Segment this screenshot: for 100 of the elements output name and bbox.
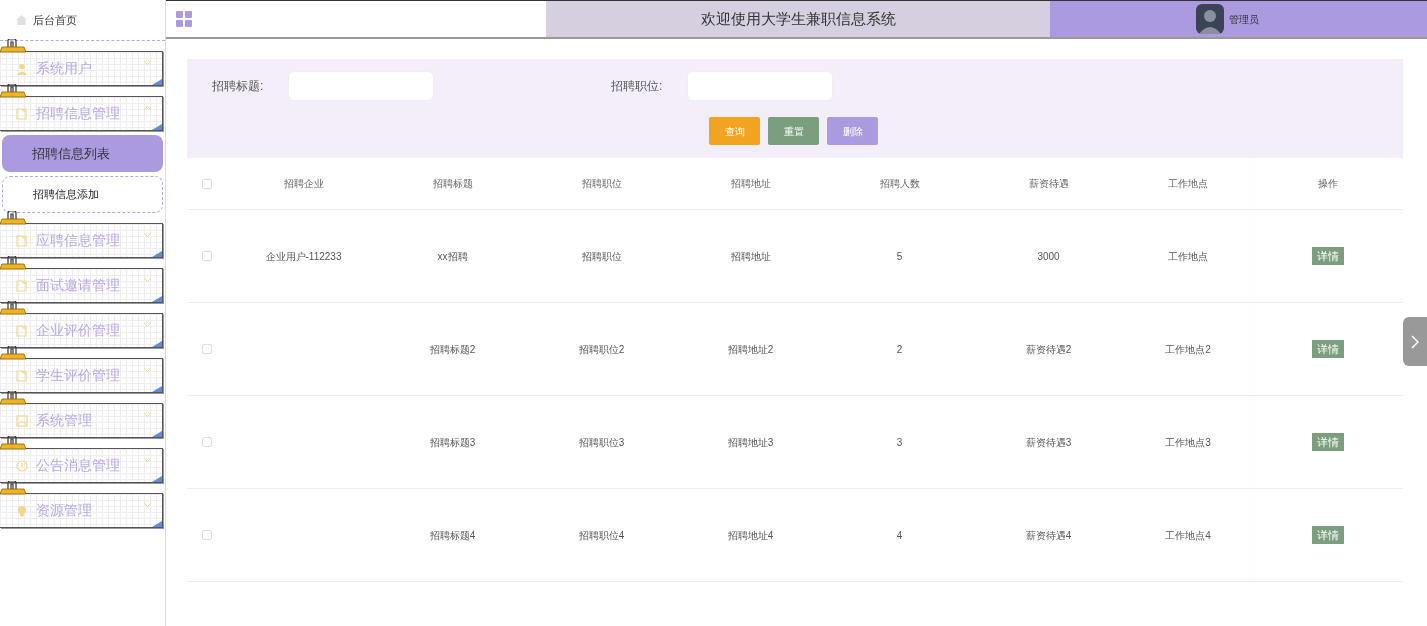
folded-corner-icon xyxy=(152,79,162,85)
table-cell-text: xx招聘 xyxy=(437,249,468,264)
chevron-down-icon xyxy=(143,277,152,283)
binder-clip-icon xyxy=(0,301,26,315)
chevron-down-icon xyxy=(143,367,152,373)
row-checkbox[interactable] xyxy=(202,437,212,447)
delete-button[interactable]: 删除 xyxy=(827,117,878,145)
chevron-down-icon xyxy=(143,457,152,463)
system-title: 欢迎使用大学生兼职信息系统 xyxy=(700,8,896,29)
table-cell-text: 招聘标题2 xyxy=(429,342,476,357)
chevron-down-icon xyxy=(143,412,152,418)
column-header: 招聘职位 xyxy=(581,177,622,191)
table-cell-text: 招聘标题3 xyxy=(429,435,476,450)
table-cell-text: 4 xyxy=(896,528,903,543)
chevron-down-icon xyxy=(143,60,152,66)
menu-item[interactable]: 应聘信息管理 xyxy=(0,223,163,258)
table-cell-text: 招聘地址 xyxy=(730,249,771,264)
document-icon xyxy=(16,279,28,292)
submenu-item[interactable]: 招聘信息列表 xyxy=(2,135,163,172)
chevron-down-icon xyxy=(143,322,152,328)
table-cell-text: 招聘职位2 xyxy=(578,342,625,357)
folded-corner-icon xyxy=(152,124,162,130)
folded-corner-icon xyxy=(152,296,162,302)
menu-item[interactable]: 学生评价管理 xyxy=(0,358,163,393)
table-cell-text: 2 xyxy=(896,342,903,357)
table-cell-text: 3000 xyxy=(1037,249,1060,264)
details-button[interactable]: 详情 xyxy=(1312,247,1344,265)
folded-corner-icon xyxy=(152,341,162,347)
home-menu-item[interactable]: 后台首页 xyxy=(0,0,165,41)
grid-menu-icon[interactable] xyxy=(176,11,192,27)
table-cell-text: 企业用户-112233 xyxy=(265,249,342,264)
table-cell-text: 工作地点 xyxy=(1168,249,1208,264)
menu-label: 招聘信息管理 xyxy=(36,104,120,123)
table-cell-text: 薪资待遇2 xyxy=(1025,342,1072,357)
bulb-icon xyxy=(16,504,28,517)
menu-label: 企业评价管理 xyxy=(36,321,120,340)
details-button[interactable]: 详情 xyxy=(1312,340,1344,358)
menu-item[interactable]: 招聘信息管理 xyxy=(0,96,163,131)
select-all-checkbox[interactable] xyxy=(202,178,212,189)
table-cell-text: 工作地点4 xyxy=(1165,528,1211,543)
avatar xyxy=(1196,4,1224,34)
binder-clip-icon xyxy=(0,211,26,225)
document-icon xyxy=(16,324,28,337)
menu-item[interactable]: 系统管理 xyxy=(0,403,163,438)
row-checkbox[interactable] xyxy=(202,344,212,354)
chevron-up-icon xyxy=(143,105,152,111)
folded-corner-icon xyxy=(152,431,162,437)
user-icon xyxy=(16,62,28,75)
column-header: 工作地点 xyxy=(1168,177,1208,191)
chevron-down-icon xyxy=(143,232,152,238)
column-header: 招聘标题 xyxy=(432,177,473,191)
document-icon xyxy=(16,107,28,120)
table-cell-text: 薪资待遇4 xyxy=(1025,528,1072,543)
table-cell-text: 5 xyxy=(896,249,903,264)
menu-item[interactable]: 资源管理 xyxy=(0,493,163,528)
menu-item[interactable]: 企业评价管理 xyxy=(0,313,163,348)
home-label: 后台首页 xyxy=(33,12,77,28)
menu-label: 学生评价管理 xyxy=(36,366,120,385)
table-cell-text: 3 xyxy=(896,435,903,450)
row-checkbox[interactable] xyxy=(202,530,212,540)
menu-label: 系统用户 xyxy=(36,59,92,78)
menu-label: 资源管理 xyxy=(36,501,92,520)
expand-tab[interactable] xyxy=(1403,317,1427,366)
document-icon xyxy=(16,369,28,382)
field-label: 招聘职位: xyxy=(611,78,664,95)
table-cell-text: 招聘标题4 xyxy=(429,528,476,543)
table-cell-text: 招聘职位4 xyxy=(578,528,625,543)
info-icon xyxy=(16,459,28,472)
binder-clip-icon xyxy=(0,481,26,495)
menu-item[interactable]: 公告消息管理 xyxy=(0,448,163,483)
folded-corner-icon xyxy=(152,476,162,482)
row-checkbox[interactable] xyxy=(202,251,212,261)
table-cell-text: 招聘地址3 xyxy=(727,435,774,450)
binder-clip-icon xyxy=(0,346,26,360)
query-button[interactable]: 查询 xyxy=(709,117,760,145)
folded-corner-icon xyxy=(152,521,162,527)
submenu-item[interactable]: 招聘信息添加 xyxy=(2,176,163,213)
reset-button[interactable]: 重置 xyxy=(768,117,819,145)
user-name: 管理员 xyxy=(1229,12,1259,27)
table-cell-text: 工作地点3 xyxy=(1165,435,1211,450)
binder-clip-icon xyxy=(0,84,26,98)
menu-item[interactable]: 系统用户 xyxy=(0,51,163,86)
menu-label: 面试邀请管理 xyxy=(36,276,120,295)
binder-clip-icon xyxy=(0,256,26,270)
image-icon xyxy=(16,414,28,427)
table-cell-text: 招聘地址4 xyxy=(727,528,774,543)
binder-clip-icon xyxy=(0,39,26,53)
menu-item[interactable]: 面试邀请管理 xyxy=(0,268,163,303)
column-header: 招聘地址 xyxy=(730,177,771,191)
chevron-right-icon xyxy=(1411,334,1419,349)
binder-clip-icon xyxy=(0,391,26,405)
column-header: 薪资待遇 xyxy=(1028,177,1069,191)
menu-label: 应聘信息管理 xyxy=(36,231,120,250)
details-button[interactable]: 详情 xyxy=(1312,526,1344,544)
folded-corner-icon xyxy=(152,251,162,257)
chevron-down-icon xyxy=(143,502,152,508)
column-header: 操作 xyxy=(1318,177,1338,191)
table-cell-text: 薪资待遇3 xyxy=(1025,435,1072,450)
details-button[interactable]: 详情 xyxy=(1312,433,1344,451)
menu-label: 公告消息管理 xyxy=(36,456,120,475)
